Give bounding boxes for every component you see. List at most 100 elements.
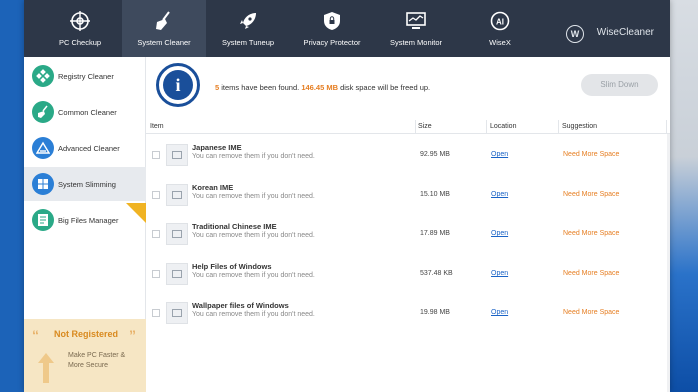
target-icon xyxy=(70,11,90,31)
registration-promo[interactable]: “ ” Not Registered Make PC Faster & More… xyxy=(24,319,146,392)
item-description: You can remove them if you don't need. xyxy=(192,272,315,279)
nav-label: Privacy Protector xyxy=(303,38,361,47)
freed-size: 146.45 MB xyxy=(301,83,338,92)
broom-icon xyxy=(32,101,54,123)
item-name: Traditional Chinese IME xyxy=(192,222,277,231)
sidebar-item-common-cleaner[interactable]: Common Cleaner xyxy=(24,95,146,129)
sidebar-item-label: Big Files Manager xyxy=(58,216,119,225)
vertical-scrollbar[interactable] xyxy=(667,134,670,392)
ime-icon xyxy=(166,184,188,206)
item-description: You can remove them if you don't need. xyxy=(192,232,315,239)
arrow-up-icon xyxy=(38,353,54,383)
info-icon: i xyxy=(156,63,200,107)
row-checkbox[interactable] xyxy=(152,309,160,317)
table-row[interactable]: Wallpaper files of Windows You can remov… xyxy=(146,295,666,335)
open-location-link[interactable]: Open xyxy=(491,230,508,237)
item-suggestion: Need More Space xyxy=(563,191,620,198)
wisecleaner-logo: W xyxy=(566,25,584,43)
registry-icon xyxy=(32,65,54,87)
nav-system-cleaner[interactable]: System Cleaner xyxy=(122,0,206,57)
wallpaper-icon xyxy=(166,302,188,324)
item-size: 19.98 MB xyxy=(420,309,450,316)
item-suggestion: Need More Space xyxy=(563,230,620,237)
windows-icon xyxy=(32,173,54,195)
sidebar-item-label: Common Cleaner xyxy=(58,108,117,117)
sidebar-item-registry-cleaner[interactable]: Registry Cleaner xyxy=(24,59,146,93)
brand-name: WiseCleaner xyxy=(596,27,654,38)
open-location-link[interactable]: Open xyxy=(491,191,508,198)
column-divider xyxy=(666,120,667,134)
item-name: Korean IME xyxy=(192,183,234,192)
shield-lock-icon xyxy=(324,12,340,30)
sidebar-item-label: Advanced Cleaner xyxy=(58,144,120,153)
column-header-suggestion[interactable]: Suggestion xyxy=(562,123,597,130)
broom-icon xyxy=(156,11,170,30)
promo-subtitle: Make PC Faster & More Secure xyxy=(68,351,125,371)
nav-label: System Cleaner xyxy=(137,38,191,47)
table-row[interactable]: Japanese IME You can remove them if you … xyxy=(146,137,666,177)
nav-label: PC Checkup xyxy=(58,38,102,47)
ime-icon xyxy=(166,223,188,245)
sidebar-item-system-slimming[interactable]: System Slimming xyxy=(24,167,146,201)
open-location-link[interactable]: Open xyxy=(491,270,508,277)
row-checkbox[interactable] xyxy=(152,191,160,199)
nav-label: System Tuneup xyxy=(221,38,275,47)
nav-wisex[interactable]: AI WiseX xyxy=(458,0,542,57)
nav-privacy-protector[interactable]: Privacy Protector xyxy=(290,0,374,57)
item-size: 15.10 MB xyxy=(420,191,450,198)
item-name: Wallpaper files of Windows xyxy=(192,301,289,310)
open-location-link[interactable]: Open xyxy=(491,309,508,316)
nav-label: System Monitor xyxy=(389,38,443,47)
new-badge xyxy=(126,203,146,223)
sidebar-item-label: Registry Cleaner xyxy=(58,72,114,81)
item-suggestion: Need More Space xyxy=(563,151,620,158)
sidebar-item-label: System Slimming xyxy=(58,180,116,189)
rocket-icon xyxy=(240,13,256,29)
desktop-background xyxy=(670,0,698,392)
promo-title: Not Registered xyxy=(54,329,119,339)
sidebar: Registry Cleaner Common Cleaner Advanced… xyxy=(24,57,146,392)
item-suggestion: Need More Space xyxy=(563,270,620,277)
nav-pc-checkup[interactable]: PC Checkup xyxy=(38,0,122,57)
row-checkbox[interactable] xyxy=(152,151,160,159)
table-row[interactable]: Traditional Chinese IME You can remove t… xyxy=(146,216,666,256)
table-header: Item Size Location Suggestion xyxy=(146,120,670,134)
summary-text-2: disk space will be freed up. xyxy=(338,83,431,92)
item-description: You can remove them if you don't need. xyxy=(192,153,315,160)
item-suggestion: Need More Space xyxy=(563,309,620,316)
nav-system-tuneup[interactable]: System Tuneup xyxy=(206,0,290,57)
row-checkbox[interactable] xyxy=(152,270,160,278)
item-size: 537.48 KB xyxy=(420,270,453,277)
info-glyph: i xyxy=(163,70,193,100)
svg-text:AI: AI xyxy=(496,18,504,27)
table-row[interactable]: Help Files of Windows You can remove the… xyxy=(146,256,666,296)
quote-close-icon: ” xyxy=(129,327,136,343)
column-header-item[interactable]: Item xyxy=(150,123,164,130)
item-description: You can remove them if you don't need. xyxy=(192,193,315,200)
slim-down-button[interactable]: Slim Down xyxy=(581,74,658,96)
column-header-size[interactable]: Size xyxy=(418,123,432,130)
nav-system-monitor[interactable]: System Monitor xyxy=(374,0,458,57)
column-divider xyxy=(558,120,559,134)
column-divider xyxy=(486,120,487,134)
nav-label: WiseX xyxy=(489,38,511,47)
promo-line-1: Make PC Faster & xyxy=(68,352,126,359)
open-location-link[interactable]: Open xyxy=(491,151,508,158)
summary-bar: i 5 items have been found. 146.45 MB dis… xyxy=(146,57,670,120)
sidebar-item-advanced-cleaner[interactable]: Advanced Cleaner xyxy=(24,131,146,165)
ime-icon xyxy=(166,144,188,166)
summary-text-1: items have been found. xyxy=(219,83,302,92)
item-size: 92.95 MB xyxy=(420,151,450,158)
item-name: Japanese IME xyxy=(192,143,242,152)
advanced-clean-icon xyxy=(32,137,54,159)
column-header-location[interactable]: Location xyxy=(490,123,516,130)
table-row[interactable]: Korean IME You can remove them if you do… xyxy=(146,177,666,217)
quote-open-icon: “ xyxy=(32,327,39,343)
help-file-icon xyxy=(166,263,188,285)
app-window: PC Checkup System Cleaner System Tuneup … xyxy=(24,0,670,392)
top-navigation: PC Checkup System Cleaner System Tuneup … xyxy=(24,0,670,57)
row-checkbox[interactable] xyxy=(152,230,160,238)
item-size: 17.89 MB xyxy=(420,230,450,237)
monitor-icon xyxy=(406,12,426,29)
sidebar-item-big-files-manager[interactable]: Big Files Manager xyxy=(24,203,146,237)
